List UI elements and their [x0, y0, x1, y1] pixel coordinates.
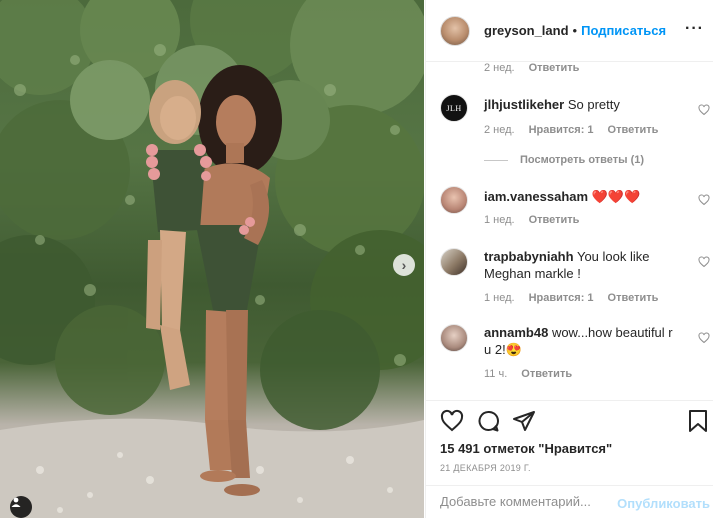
- comment-meta: 1 нед. Ответить: [484, 214, 593, 226]
- post-header: greyson_land • Подписаться ···: [426, 0, 713, 62]
- reply-button[interactable]: Ответить: [529, 62, 580, 74]
- author-username[interactable]: greyson_land: [484, 23, 569, 38]
- heart-icon[interactable]: [440, 409, 464, 433]
- comment-body: jlhjustlikeher So pretty: [484, 96, 682, 113]
- comment-body: annamb48 wow...how beautiful r u 2!😍: [484, 324, 682, 358]
- photo-illustration: [0, 0, 424, 518]
- reply-button[interactable]: Ответить: [521, 368, 572, 380]
- author-avatar[interactable]: [440, 15, 470, 46]
- comment-age: 11 ч.: [484, 368, 508, 380]
- commenter-username[interactable]: trapbabyniahh: [484, 249, 574, 264]
- publish-button[interactable]: Опубликовать: [617, 496, 710, 511]
- replies-line: [484, 159, 508, 161]
- comment-text: So pretty: [567, 97, 620, 112]
- comment-age: 2 нед.: [484, 62, 515, 74]
- comment-meta: 2 нед. Нравится: 1 Ответить: [484, 124, 672, 136]
- heart-icon[interactable]: [698, 104, 710, 116]
- next-arrow-icon[interactable]: ›: [393, 254, 415, 276]
- comment-meta: 1 нед. Нравится: 1 Ответить: [484, 292, 672, 304]
- bookmark-icon[interactable]: [686, 409, 710, 433]
- heart-icon[interactable]: [698, 256, 710, 268]
- comment-icon[interactable]: [476, 409, 500, 433]
- comment-age: 2 нед.: [484, 124, 515, 136]
- post-actions: 15 491 отметок "Нравится" 21 ДЕКАБРЯ 201…: [426, 400, 713, 518]
- reply-button[interactable]: Ответить: [608, 292, 659, 304]
- comment-likes[interactable]: Нравится: 1: [529, 124, 594, 136]
- comments-list[interactable]: 2 нед. Ответить JLH jlhjustlikeher So pr…: [426, 62, 713, 400]
- post-date[interactable]: 21 ДЕКАБРЯ 2019 Г.: [440, 463, 531, 473]
- follow-button[interactable]: Подписаться: [581, 23, 666, 38]
- reply-button[interactable]: Ответить: [529, 214, 580, 226]
- comment-body: trapbabyniahh You look like Meghan markl…: [484, 248, 682, 282]
- commenter-avatar[interactable]: [440, 186, 468, 214]
- comment-meta: 11 ч. Ответить: [484, 368, 586, 380]
- commenter-username[interactable]: jlhjustlikeher: [484, 97, 564, 112]
- commenter-username[interactable]: iam.vanessaham: [484, 189, 588, 204]
- share-icon[interactable]: [512, 409, 536, 433]
- header-separator: •: [572, 23, 578, 38]
- view-replies-button[interactable]: Посмотреть ответы (1): [484, 154, 644, 166]
- commenter-avatar[interactable]: JLH: [440, 94, 468, 122]
- comment-body: iam.vanessaham ❤️❤️❤️: [484, 188, 682, 205]
- heart-icon[interactable]: [698, 194, 710, 206]
- comment-meta: 2 нед. Ответить: [484, 62, 593, 74]
- comment-input[interactable]: [440, 494, 620, 509]
- view-replies-label: Посмотреть ответы (1): [520, 154, 645, 166]
- user-tag-icon[interactable]: [10, 496, 32, 518]
- comment-age: 1 нед.: [484, 214, 515, 226]
- post-side-panel: greyson_land • Подписаться ··· 2 нед. От…: [425, 0, 713, 518]
- more-icon[interactable]: ···: [685, 20, 704, 38]
- likes-count[interactable]: 15 491 отметок "Нравится": [440, 441, 612, 456]
- avatar-monogram: JLH: [446, 103, 462, 113]
- commenter-username[interactable]: annamb48: [484, 325, 548, 340]
- comment-age: 1 нед.: [484, 292, 515, 304]
- heart-icon[interactable]: [698, 332, 710, 344]
- comment-likes[interactable]: Нравится: 1: [529, 292, 594, 304]
- commenter-avatar[interactable]: [440, 324, 468, 352]
- add-comment-bar: Опубликовать: [426, 485, 713, 518]
- comment-text: ❤️❤️❤️: [591, 189, 641, 204]
- commenter-avatar[interactable]: [440, 248, 468, 276]
- post-photo[interactable]: ›: [0, 0, 424, 518]
- reply-button[interactable]: Ответить: [608, 124, 659, 136]
